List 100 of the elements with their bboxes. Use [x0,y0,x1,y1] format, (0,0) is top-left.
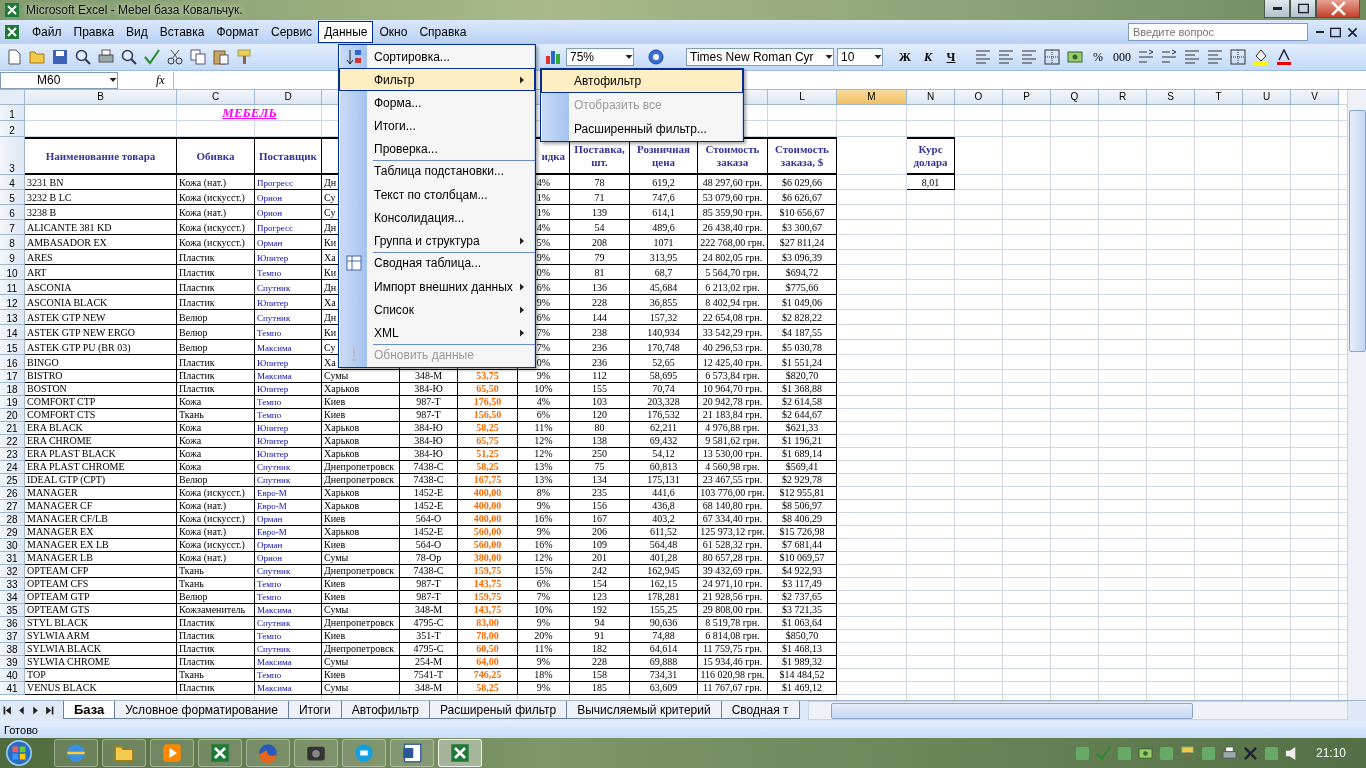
row-header[interactable]: 36 [0,617,25,630]
menu-item[interactable]: Текст по столбцам... [339,183,535,206]
taskbar-button[interactable] [438,739,482,767]
row-header[interactable]: 41 [0,682,25,695]
close-icon[interactable] [1347,26,1358,38]
menu-item[interactable]: Формат [210,21,266,43]
align-center-button[interactable] [996,47,1016,67]
menu-item[interactable]: Таблица подстановки... [339,160,535,183]
column-header[interactable]: B [25,90,177,105]
row-header[interactable]: 32 [0,565,25,578]
row-header[interactable]: 14 [0,325,25,340]
row-header[interactable]: 10 [0,265,25,280]
menu-item[interactable]: Справка [413,21,473,43]
sheet-tab[interactable]: Вычисляемый критерий [566,701,722,719]
menu-item[interactable]: Окно [373,21,414,43]
row-header[interactable]: 27 [0,500,25,513]
merge-cells-button[interactable] [1042,47,1062,67]
copy-button[interactable] [188,47,208,67]
row-header[interactable]: 17 [0,370,25,383]
column-header[interactable]: U [1243,90,1291,105]
row-header[interactable]: 20 [0,409,25,422]
fill-color-button[interactable] [1251,47,1271,67]
row-header[interactable]: 33 [0,578,25,591]
menu-item[interactable]: Расширенный фильтр... [541,117,743,141]
row-header[interactable]: 30 [0,539,25,552]
row-header[interactable]: 18 [0,383,25,396]
font-color-button[interactable] [1274,47,1294,67]
row-header[interactable]: 16 [0,355,25,370]
sheet-tab[interactable]: Сводная т [720,701,800,719]
column-header[interactable]: N [907,90,955,105]
menu-item[interactable]: Вставка [153,21,211,43]
taskbar-button[interactable] [54,739,98,767]
row-header[interactable]: 6 [0,205,25,220]
underline-button[interactable]: Ч [941,47,961,67]
row-header[interactable]: 40 [0,669,25,682]
row-header[interactable]: 38 [0,643,25,656]
spelling-button[interactable] [142,47,162,67]
tray-icon[interactable] [1221,745,1237,761]
menu-item[interactable]: Вид [120,21,154,43]
borders-button[interactable] [1228,47,1248,67]
row-header[interactable]: 25 [0,474,25,487]
tray-icon[interactable] [1179,745,1195,761]
menu-item[interactable]: Правка [67,21,121,43]
column-header[interactable]: D [255,90,322,105]
scissors-button[interactable] [165,47,185,67]
name-box[interactable]: M60 [0,71,118,89]
row-header[interactable]: 11 [0,280,25,295]
function-label[interactable]: fx [156,72,165,88]
help-search-field[interactable]: Введите вопрос [1128,23,1308,41]
restore-icon[interactable] [1330,26,1341,38]
horizontal-scrollbar[interactable] [807,701,1348,720]
row-header[interactable]: 13 [0,310,25,325]
sheet-tab[interactable]: Условное форматирование [114,701,289,719]
row-header[interactable]: 15 [0,340,25,355]
taskbar-button[interactable] [150,739,194,767]
row-header[interactable]: 34 [0,591,25,604]
help-button[interactable] [646,47,666,67]
column-header[interactable]: P [1003,90,1051,105]
row-header[interactable]: 5 [0,190,25,205]
menu-item[interactable]: Автофильтр [541,69,743,93]
row-header[interactable]: 8 [0,235,25,250]
menu-item[interactable]: Файл [26,21,68,43]
row-header[interactable]: 19 [0,396,25,409]
column-header[interactable]: Q [1051,90,1099,105]
row-header[interactable]: 7 [0,220,25,235]
row-header[interactable]: 2 [0,121,25,137]
menu-item[interactable]: Данные [318,21,374,43]
font-size-combo[interactable]: 10 [837,48,883,66]
maximize-button[interactable] [1290,0,1316,18]
vertical-scrollbar[interactable] [1347,90,1366,700]
italic-button[interactable]: К [918,47,938,67]
row-header[interactable]: 22 [0,435,25,448]
row-header[interactable]: 1 [0,105,25,121]
font-combo[interactable]: Times New Roman Cyr [686,48,834,66]
row-header[interactable]: 39 [0,656,25,669]
tray-icon[interactable] [1242,745,1258,761]
align-left-button[interactable] [973,47,993,67]
menu-item[interactable]: Импорт внешних данных [339,275,535,298]
taskbar-button[interactable] [294,739,338,767]
magnifier-button[interactable] [73,47,93,67]
taskbar-button[interactable] [198,739,242,767]
taskbar-button[interactable] [390,739,434,767]
row-header[interactable]: 3 [0,137,25,175]
menu-item[interactable]: Сервис [265,21,319,43]
menu-item[interactable]: Итоги... [339,114,535,137]
column-header[interactable]: O [955,90,1003,105]
paste-button[interactable] [211,47,231,67]
row-header[interactable]: 9 [0,250,25,265]
save-button[interactable] [50,47,70,67]
zoom-combo[interactable]: 75% [566,48,634,66]
menu-item[interactable]: Проверка... [339,137,535,160]
row-header[interactable]: 23 [0,448,25,461]
start-icon[interactable] [6,740,32,766]
row-header[interactable]: 24 [0,461,25,474]
row-header[interactable]: 26 [0,487,25,500]
column-header[interactable]: S [1147,90,1195,105]
row-header[interactable]: 31 [0,552,25,565]
sheet-tab[interactable]: Расширеный фильтр [428,701,568,719]
menu-item[interactable]: Форма... [339,91,535,114]
format-painter-button[interactable] [234,47,254,67]
